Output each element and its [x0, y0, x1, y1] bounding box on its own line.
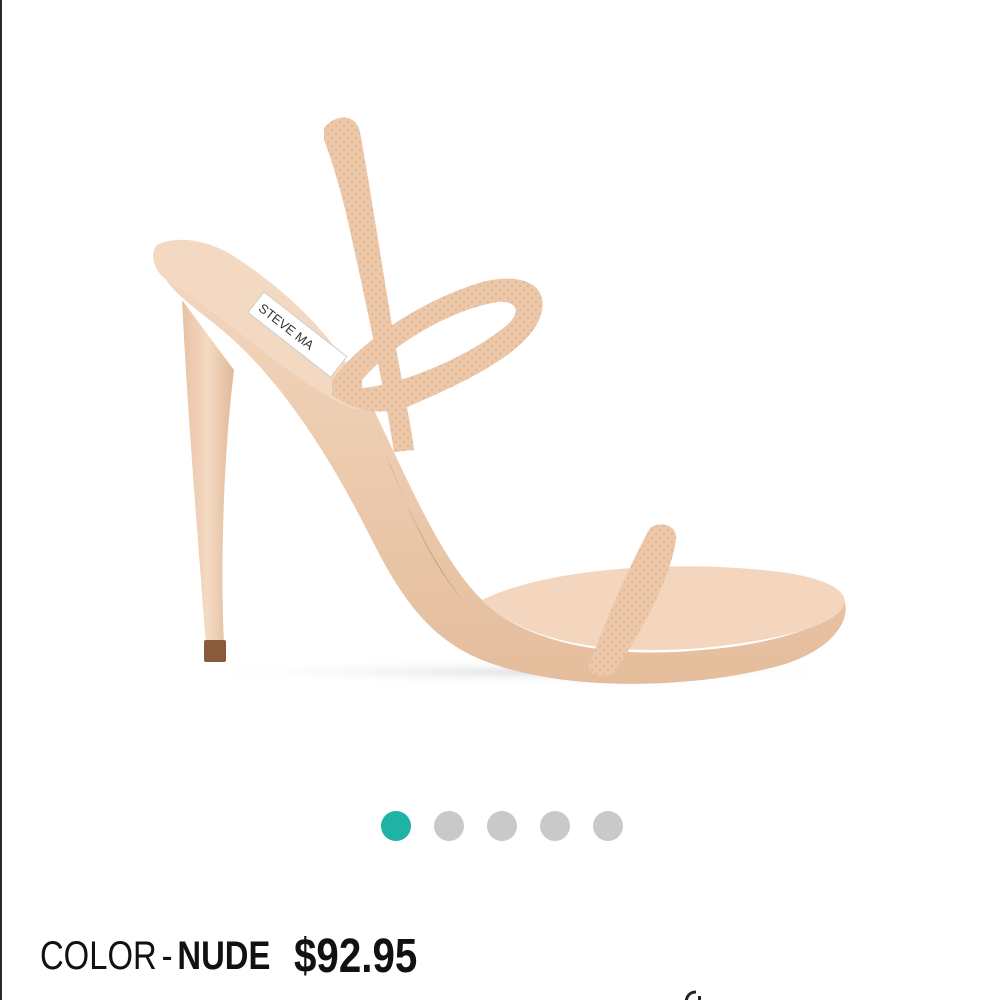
image-carousel-dots	[2, 811, 1000, 841]
product-info-row: COLOR - NUDE	[40, 926, 321, 986]
product-image[interactable]: STEVE MA	[2, 0, 1000, 790]
color-selection: COLOR - NUDE	[40, 934, 270, 979]
carousel-dot-2[interactable]	[434, 811, 464, 841]
ankle-strap	[332, 278, 543, 412]
heel-tip	[204, 640, 226, 662]
carousel-dot-3[interactable]	[487, 811, 517, 841]
product-price: $92.95	[294, 929, 418, 983]
color-value: NUDE	[177, 933, 271, 978]
color-separator: -	[161, 933, 173, 978]
carousel-dot-4[interactable]	[540, 811, 570, 841]
partial-text-glyph	[684, 990, 701, 1000]
carousel-dot-1[interactable]	[381, 811, 411, 841]
carousel-dot-5[interactable]	[593, 811, 623, 841]
color-label: COLOR	[40, 933, 157, 978]
heel	[182, 300, 234, 645]
product-page: STEVE MA COLOR - NUDE $92.95	[0, 0, 1000, 1000]
